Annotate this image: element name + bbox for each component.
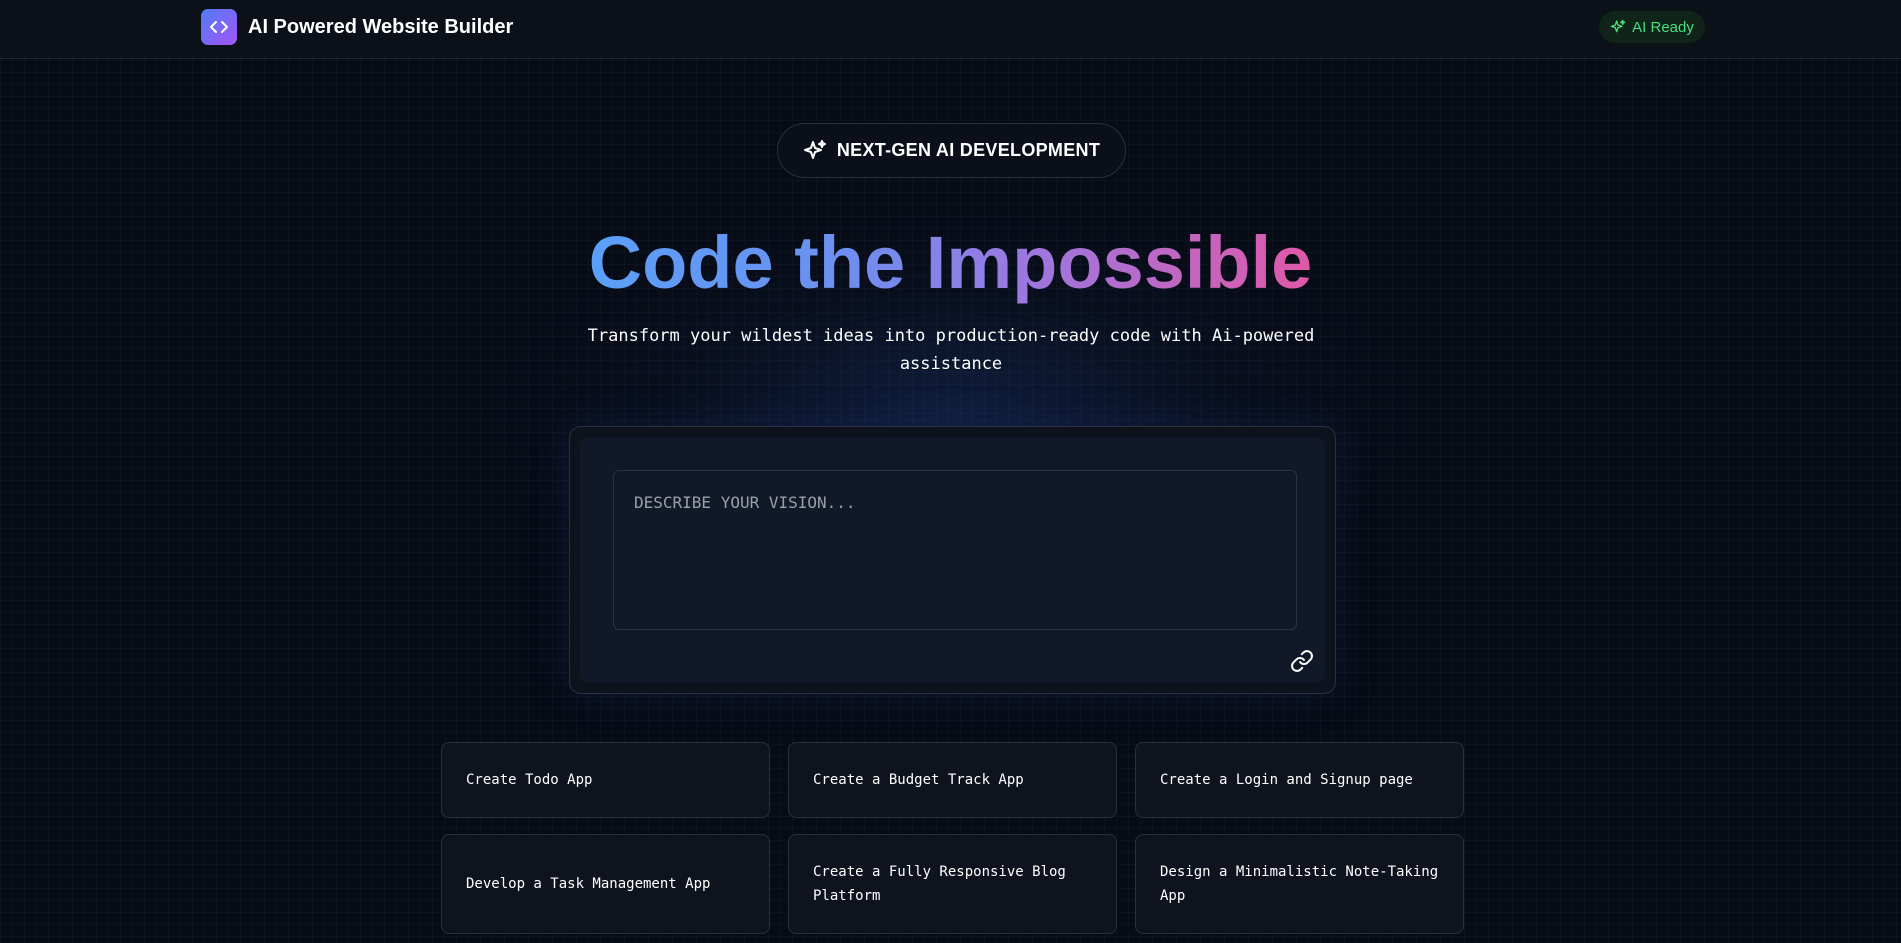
prompt-card xyxy=(569,426,1336,694)
app-logo[interactable] xyxy=(201,9,237,45)
prompt-card-inner xyxy=(580,437,1325,683)
app-title: AI Powered Website Builder xyxy=(248,16,514,38)
ai-status-label: AI Ready xyxy=(1632,18,1694,36)
sparkles-icon xyxy=(1610,19,1626,33)
hero-title-text: Code the Impossible xyxy=(588,221,1313,304)
suggestion-card[interactable]: Create Todo App xyxy=(441,742,770,818)
link-icon xyxy=(1291,650,1313,672)
suggestion-card[interactable]: Create a Login and Signup page xyxy=(1135,742,1464,818)
code-brackets-icon xyxy=(210,21,228,33)
hero-pill: NEXT-GEN AI DEVELOPMENT xyxy=(777,123,1126,178)
suggestion-card[interactable]: Create a Fully Responsive Blog Platform xyxy=(788,834,1117,934)
attach-link-button[interactable] xyxy=(1286,645,1318,677)
suggestion-grid: Create Todo App Create a Budget Track Ap… xyxy=(441,742,1464,934)
ai-status-badge: AI Ready xyxy=(1599,11,1705,43)
vision-prompt-input[interactable] xyxy=(613,470,1297,630)
top-header: AI Powered Website Builder AI Ready xyxy=(0,0,1901,59)
hero-subtitle: Transform your wildest ideas into produc… xyxy=(587,326,1315,374)
hero-title: Code the Impossible xyxy=(0,220,1901,306)
suggestion-card[interactable]: Create a Budget Track App xyxy=(788,742,1117,818)
suggestion-card[interactable]: Design a Minimalistic Note-Taking App xyxy=(1135,834,1464,934)
sparkles-icon xyxy=(803,139,826,159)
suggestion-card[interactable]: Develop a Task Management App xyxy=(441,834,770,934)
hero-pill-label: NEXT-GEN AI DEVELOPMENT xyxy=(836,140,1101,160)
